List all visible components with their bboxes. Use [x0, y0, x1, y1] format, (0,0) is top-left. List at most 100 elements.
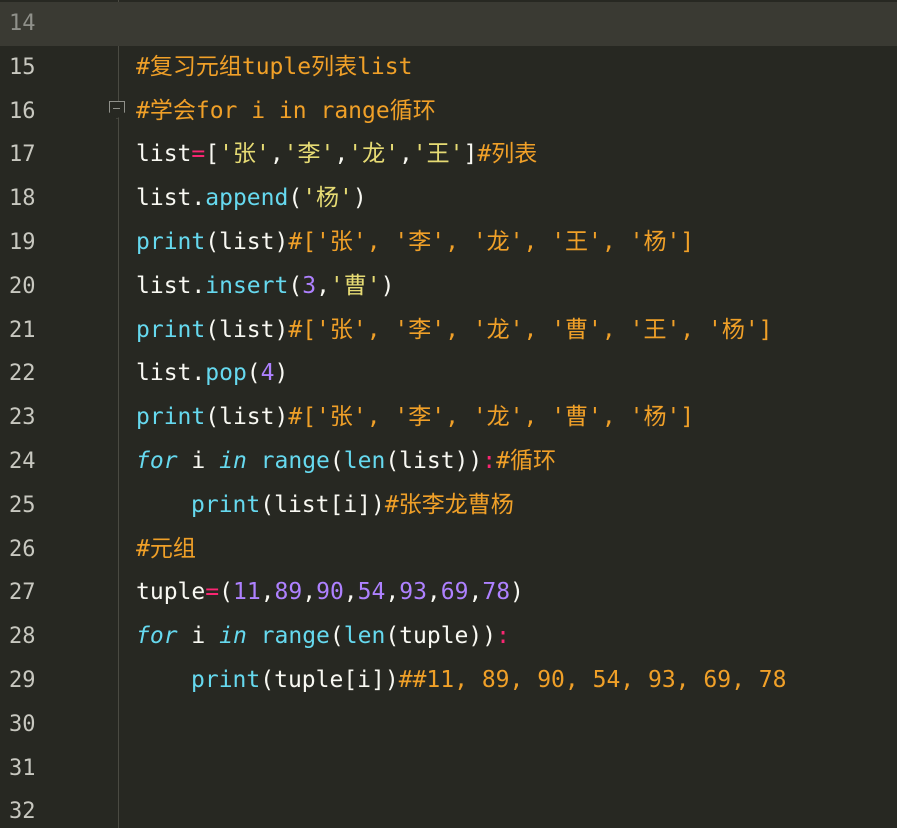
code-line[interactable]: 26 #元组 [0, 528, 897, 572]
code-text[interactable]: print(tuple[i])##11, 89, 90, 54, 93, 69,… [191, 659, 786, 703]
code-token: insert [205, 272, 289, 299]
code-token: for [136, 623, 178, 650]
line-number: 23 [9, 405, 36, 431]
code-token: #['张', '李', '龙', '曹', '王', '杨'] [288, 316, 773, 343]
code-token: ( [329, 448, 344, 474]
code-token: append [205, 185, 289, 212]
code-token: print [191, 667, 261, 693]
code-token: = [191, 141, 206, 168]
code-token: , [385, 579, 400, 606]
code-line[interactable]: 14 [0, 2, 897, 46]
code-text[interactable]: #学会for i in range循环 [136, 90, 436, 134]
code-token: (tuple)) [385, 623, 497, 650]
code-token: '龙' [348, 141, 399, 168]
code-text[interactable]: list.append('杨') [136, 177, 367, 221]
code-token: , [269, 141, 284, 168]
code-line[interactable]: 15 #复习元组tuple列表list [0, 46, 897, 90]
code-token: ( [219, 579, 233, 606]
code-text[interactable]: for i in range(len(tuple)): [136, 615, 510, 659]
code-token: #['张', '李', '龙', '曹', '杨'] [288, 404, 695, 431]
code-token: 78 [482, 579, 511, 606]
code-token: : [496, 623, 510, 650]
code-text[interactable]: list.insert(3,'曹') [136, 265, 394, 309]
code-token: for [136, 448, 178, 474]
code-line[interactable]: 32 [0, 790, 897, 828]
line-number: 28 [9, 624, 36, 650]
code-line[interactable]: 31 [0, 747, 897, 791]
code-line[interactable]: 25 print(list[i])#张李龙曹杨 [0, 484, 897, 528]
code-token: #学会for i in range循环 [136, 97, 436, 124]
code-token: print [191, 491, 261, 518]
code-line[interactable]: 18 list.append('杨') [0, 177, 897, 221]
code-line[interactable]: 16 #学会for i in range循环 [0, 90, 897, 134]
code-text[interactable]: for i in range(len(list)):#循环 [136, 440, 556, 484]
code-line[interactable]: 29 print(tuple[i])##11, 89, 90, 54, 93, 6… [0, 659, 897, 703]
code-token: , [302, 579, 317, 606]
code-text[interactable]: list=['张','李','龙','王']#列表 [136, 133, 537, 177]
code-token: in [219, 448, 247, 474]
code-text[interactable]: print(list)#['张', '李', '龙', '曹', '王', '杨… [136, 309, 773, 353]
code-token: '曹' [329, 272, 381, 299]
line-number: 21 [9, 317, 36, 343]
line-number: 31 [9, 755, 36, 781]
line-number: 17 [9, 142, 36, 168]
line-number: 24 [9, 449, 36, 474]
line-number: 25 [9, 492, 36, 518]
code-token: print [136, 229, 206, 255]
code-token: [ [205, 141, 220, 168]
code-token: (list[i]) [260, 491, 385, 518]
code-token: #复习元组tuple列表list [136, 53, 413, 80]
code-line[interactable]: 19 print(list)#['张', '李', '龙', '王', '杨'] [0, 221, 897, 265]
line-number: 18 [9, 186, 36, 212]
line-number: 19 [9, 230, 36, 255]
code-line[interactable]: 30 [0, 703, 897, 747]
code-line[interactable]: 21 print(list)#['张', '李', '龙', '曹', '王', … [0, 309, 897, 353]
line-number: 26 [9, 536, 36, 562]
code-token: list. [136, 185, 206, 212]
code-token: , [468, 579, 483, 606]
code-line[interactable]: 23 print(list)#['张', '李', '龙', '曹', '杨'] [0, 396, 897, 440]
code-token: ) [352, 185, 367, 212]
line-number: 15 [9, 54, 36, 80]
code-token: ( [288, 272, 303, 299]
code-text[interactable]: print(list)#['张', '李', '龙', '曹', '杨'] [136, 396, 694, 440]
code-token: ) [380, 272, 395, 299]
code-token: (list) [205, 404, 289, 431]
code-text[interactable]: #元组 [136, 528, 196, 572]
code-token: #张李龙曹杨 [384, 491, 514, 518]
code-line[interactable]: 20 list.insert(3,'曹') [0, 265, 897, 309]
code-editor[interactable]: 14 15 #复习元组tuple列表list 16 #学会for i in range循… [0, 0, 897, 828]
code-token: '王' [412, 141, 464, 168]
code-token: (list) [205, 316, 289, 343]
code-line[interactable]: 22 list.pop(4) [0, 352, 897, 396]
code-text[interactable]: print(list)#['张', '李', '龙', '王', '杨'] [136, 221, 694, 265]
code-token: list. [136, 360, 206, 387]
code-token: (tuple[i]) [260, 667, 399, 693]
code-line[interactable]: 17 list=['张','李','龙','王']#列表 [0, 133, 897, 177]
code-token: ( [288, 185, 303, 212]
code-token: , [260, 579, 275, 606]
code-token: range [260, 448, 330, 474]
code-token: ( [329, 623, 344, 650]
fold-collapse-icon[interactable] [109, 100, 125, 119]
code-token: , [426, 579, 441, 606]
code-token: ##11, 89, 90, 54, 93, 69, 78 [398, 667, 787, 693]
code-text[interactable]: tuple=(11,89,90,54,93,69,78) [136, 571, 524, 615]
code-token: , [316, 272, 330, 299]
code-line[interactable]: 24 for i in range(len(list)):#循环 [0, 440, 897, 484]
code-text[interactable]: print(list[i])#张李龙曹杨 [191, 484, 514, 528]
code-line[interactable]: 28 for i in range(len(tuple)): [0, 615, 897, 659]
code-token: 89 [274, 579, 303, 606]
code-token: ) [510, 579, 524, 606]
code-token: 90 [316, 579, 344, 606]
code-token: (list) [205, 229, 289, 255]
code-text[interactable]: list.pop(4) [136, 352, 288, 396]
code-token: i [177, 623, 220, 650]
code-token: tuple [136, 579, 206, 606]
code-text[interactable]: #复习元组tuple列表list [136, 46, 412, 90]
code-token: '张' [219, 141, 270, 168]
line-number: 14 [9, 11, 36, 36]
code-line[interactable]: 27 tuple=(11,89,90,54,93,69,78) [0, 571, 897, 615]
